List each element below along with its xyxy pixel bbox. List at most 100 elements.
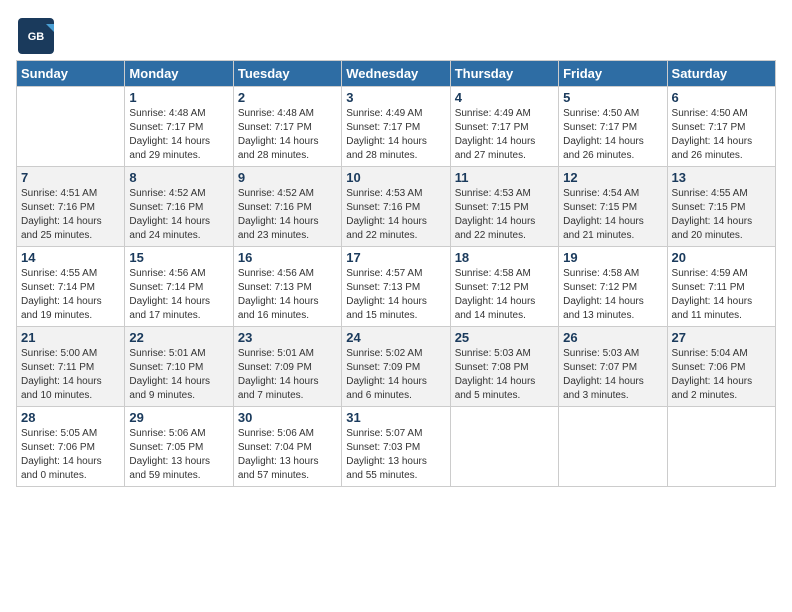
day-number: 3 (346, 90, 445, 105)
day-cell: 7 Sunrise: 4:51 AM Sunset: 7:16 PM Daylig… (17, 167, 125, 247)
day-info: Sunrise: 4:54 AM Sunset: 7:15 PM Dayligh… (563, 187, 662, 243)
day-cell: 9 Sunrise: 4:52 AM Sunset: 7:16 PM Daylig… (233, 167, 341, 247)
day-cell: 14 Sunrise: 4:55 AM Sunset: 7:14 PM Dayli… (17, 247, 125, 327)
day-cell: 6 Sunrise: 4:50 AM Sunset: 7:17 PM Daylig… (667, 87, 775, 167)
week-row-1: 1 Sunrise: 4:48 AM Sunset: 7:17 PM Daylig… (17, 87, 776, 167)
day-info: Sunrise: 5:01 AM Sunset: 7:09 PM Dayligh… (238, 347, 337, 403)
weekday-header-saturday: Saturday (667, 61, 775, 87)
day-cell: 22 Sunrise: 5:01 AM Sunset: 7:10 PM Dayli… (125, 327, 233, 407)
day-info: Sunrise: 4:53 AM Sunset: 7:15 PM Dayligh… (455, 187, 554, 243)
day-info: Sunrise: 4:52 AM Sunset: 7:16 PM Dayligh… (129, 187, 228, 243)
day-number: 10 (346, 170, 445, 185)
day-number: 2 (238, 90, 337, 105)
day-number: 7 (21, 170, 120, 185)
day-number: 19 (563, 250, 662, 265)
day-number: 29 (129, 410, 228, 425)
day-cell: 27Sunrise: 5:04 AM Sunset: 7:06 PM Dayli… (667, 327, 775, 407)
day-number: 4 (455, 90, 554, 105)
page-header: GB (16, 16, 776, 52)
day-info: Sunrise: 5:03 AM Sunset: 7:07 PM Dayligh… (563, 347, 662, 403)
day-info: Sunrise: 4:57 AM Sunset: 7:13 PM Dayligh… (346, 267, 445, 323)
day-number: 18 (455, 250, 554, 265)
day-info: Sunrise: 5:01 AM Sunset: 7:10 PM Dayligh… (129, 347, 228, 403)
day-cell: 16 Sunrise: 4:56 AM Sunset: 7:13 PM Dayli… (233, 247, 341, 327)
logo: GB (16, 16, 56, 52)
day-info: Sunrise: 4:56 AM Sunset: 7:13 PM Dayligh… (238, 267, 337, 323)
day-cell: 5 Sunrise: 4:50 AM Sunset: 7:17 PM Daylig… (559, 87, 667, 167)
day-number: 20 (672, 250, 771, 265)
day-number: 13 (672, 170, 771, 185)
day-number: 16 (238, 250, 337, 265)
day-cell: 30 Sunrise: 5:06 AM Sunset: 7:04 PM Dayli… (233, 407, 341, 487)
day-cell (559, 407, 667, 487)
weekday-header-thursday: Thursday (450, 61, 558, 87)
day-info: Sunrise: 5:06 AM Sunset: 7:04 PM Dayligh… (238, 427, 337, 483)
day-number: 11 (455, 170, 554, 185)
day-cell (667, 407, 775, 487)
day-info: Sunrise: 4:55 AM Sunset: 7:14 PM Dayligh… (21, 267, 120, 323)
day-number: 23 (238, 330, 337, 345)
day-cell: 8 Sunrise: 4:52 AM Sunset: 7:16 PM Daylig… (125, 167, 233, 247)
day-info: Sunrise: 5:00 AM Sunset: 7:11 PM Dayligh… (21, 347, 120, 403)
week-row-3: 14 Sunrise: 4:55 AM Sunset: 7:14 PM Dayli… (17, 247, 776, 327)
day-cell: 10Sunrise: 4:53 AM Sunset: 7:16 PM Dayli… (342, 167, 450, 247)
weekday-header-sunday: Sunday (17, 61, 125, 87)
day-info: Sunrise: 5:04 AM Sunset: 7:06 PM Dayligh… (672, 347, 771, 403)
day-cell: 19 Sunrise: 4:58 AM Sunset: 7:12 PM Dayli… (559, 247, 667, 327)
day-info: Sunrise: 4:48 AM Sunset: 7:17 PM Dayligh… (238, 107, 337, 163)
day-info: Sunrise: 5:05 AM Sunset: 7:06 PM Dayligh… (21, 427, 120, 483)
day-cell (17, 87, 125, 167)
day-cell: 12Sunrise: 4:54 AM Sunset: 7:15 PM Dayli… (559, 167, 667, 247)
day-number: 17 (346, 250, 445, 265)
day-cell: 18 Sunrise: 4:58 AM Sunset: 7:12 PM Dayli… (450, 247, 558, 327)
day-cell: 1 Sunrise: 4:48 AM Sunset: 7:17 PM Daylig… (125, 87, 233, 167)
week-row-4: 21 Sunrise: 5:00 AM Sunset: 7:11 PM Dayli… (17, 327, 776, 407)
day-info: Sunrise: 4:56 AM Sunset: 7:14 PM Dayligh… (129, 267, 228, 323)
day-info: Sunrise: 4:58 AM Sunset: 7:12 PM Dayligh… (563, 267, 662, 323)
day-number: 15 (129, 250, 228, 265)
calendar-body: 1 Sunrise: 4:48 AM Sunset: 7:17 PM Daylig… (17, 87, 776, 487)
day-cell: 11 Sunrise: 4:53 AM Sunset: 7:15 PM Dayli… (450, 167, 558, 247)
day-number: 5 (563, 90, 662, 105)
day-cell: 21 Sunrise: 5:00 AM Sunset: 7:11 PM Dayli… (17, 327, 125, 407)
day-cell: 25Sunrise: 5:03 AM Sunset: 7:08 PM Dayli… (450, 327, 558, 407)
weekday-header-monday: Monday (125, 61, 233, 87)
day-cell: 23 Sunrise: 5:01 AM Sunset: 7:09 PM Dayli… (233, 327, 341, 407)
day-info: Sunrise: 4:51 AM Sunset: 7:16 PM Dayligh… (21, 187, 120, 243)
week-row-2: 7 Sunrise: 4:51 AM Sunset: 7:16 PM Daylig… (17, 167, 776, 247)
day-number: 30 (238, 410, 337, 425)
weekday-header-friday: Friday (559, 61, 667, 87)
day-number: 22 (129, 330, 228, 345)
day-cell: 4Sunrise: 4:49 AM Sunset: 7:17 PM Daylig… (450, 87, 558, 167)
day-info: Sunrise: 4:52 AM Sunset: 7:16 PM Dayligh… (238, 187, 337, 243)
day-info: Sunrise: 4:50 AM Sunset: 7:17 PM Dayligh… (672, 107, 771, 163)
weekday-header-tuesday: Tuesday (233, 61, 341, 87)
day-number: 28 (21, 410, 120, 425)
day-cell: 15 Sunrise: 4:56 AM Sunset: 7:14 PM Dayli… (125, 247, 233, 327)
day-info: Sunrise: 4:59 AM Sunset: 7:11 PM Dayligh… (672, 267, 771, 323)
day-cell: 2 Sunrise: 4:48 AM Sunset: 7:17 PM Daylig… (233, 87, 341, 167)
day-info: Sunrise: 4:50 AM Sunset: 7:17 PM Dayligh… (563, 107, 662, 163)
day-info: Sunrise: 5:06 AM Sunset: 7:05 PM Dayligh… (129, 427, 228, 483)
day-cell: 26 Sunrise: 5:03 AM Sunset: 7:07 PM Dayli… (559, 327, 667, 407)
day-number: 6 (672, 90, 771, 105)
day-cell: 17 Sunrise: 4:57 AM Sunset: 7:13 PM Dayli… (342, 247, 450, 327)
weekday-header-row: SundayMondayTuesdayWednesdayThursdayFrid… (17, 61, 776, 87)
day-number: 8 (129, 170, 228, 185)
day-number: 26 (563, 330, 662, 345)
day-cell: 20 Sunrise: 4:59 AM Sunset: 7:11 PM Dayli… (667, 247, 775, 327)
day-number: 1 (129, 90, 228, 105)
week-row-5: 28 Sunrise: 5:05 AM Sunset: 7:06 PM Dayli… (17, 407, 776, 487)
day-number: 25 (455, 330, 554, 345)
day-number: 9 (238, 170, 337, 185)
day-info: Sunrise: 4:49 AM Sunset: 7:17 PM Dayligh… (346, 107, 445, 163)
day-cell: 24Sunrise: 5:02 AM Sunset: 7:09 PM Dayli… (342, 327, 450, 407)
day-number: 31 (346, 410, 445, 425)
day-number: 21 (21, 330, 120, 345)
day-info: Sunrise: 5:07 AM Sunset: 7:03 PM Dayligh… (346, 427, 445, 483)
day-number: 14 (21, 250, 120, 265)
day-cell: 29 Sunrise: 5:06 AM Sunset: 7:05 PM Dayli… (125, 407, 233, 487)
day-info: Sunrise: 4:48 AM Sunset: 7:17 PM Dayligh… (129, 107, 228, 163)
day-cell: 28 Sunrise: 5:05 AM Sunset: 7:06 PM Dayli… (17, 407, 125, 487)
day-info: Sunrise: 4:58 AM Sunset: 7:12 PM Dayligh… (455, 267, 554, 323)
